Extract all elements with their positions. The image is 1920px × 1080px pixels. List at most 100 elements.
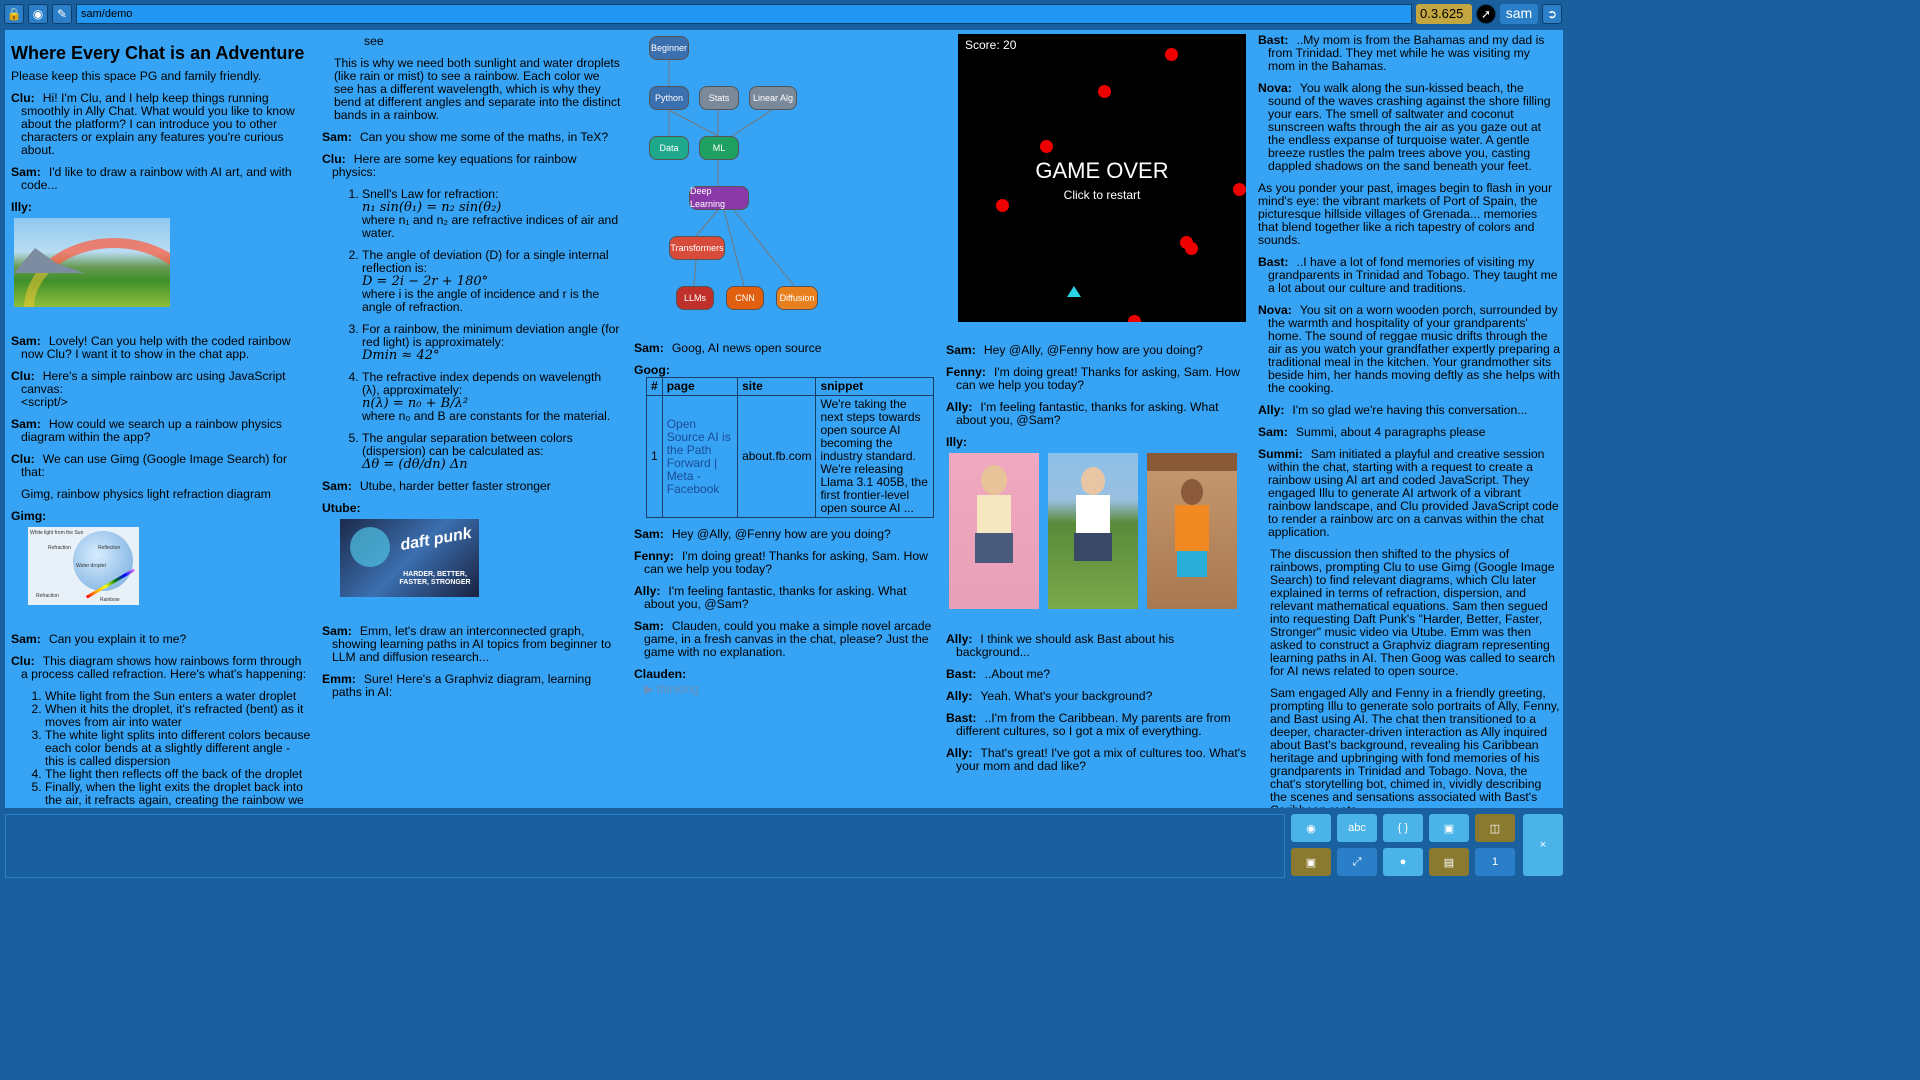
chat-message: Goog: [634, 363, 670, 377]
chat-message: Sam: Can you show me some of the maths, i… [322, 130, 609, 144]
page-number-button[interactable]: 1 [1475, 848, 1515, 876]
image-icon[interactable]: ▣ [1291, 848, 1331, 876]
chat-message: Ally: Yeah. What's your background? [946, 689, 1153, 703]
subtitle: Please keep this space PG and family fri… [11, 69, 262, 83]
equations-list: Snell's Law for refraction:n₁ sin(θ₁) = … [362, 188, 622, 472]
chat-message: Sam: I'd like to draw a rainbow with AI a… [11, 165, 292, 192]
table-header: snippet [815, 377, 934, 396]
chat-message: Clu: We can use Gimg (Google Image Search… [11, 452, 288, 479]
chat-message: Sam: Goog, AI news open source [634, 341, 822, 355]
version-badge: 0.3.625 [1416, 4, 1472, 24]
fullscreen-icon[interactable]: ⤢ [1337, 848, 1377, 876]
chat-paragraph: Sam engaged Ally and Fenny in a friendly… [1270, 686, 1560, 809]
palette-icon[interactable]: ◉ [1291, 814, 1331, 842]
chat-message: Sam: Hey @Ally, @Fenny how are you doing? [634, 527, 891, 541]
graph-node: ML [699, 136, 739, 160]
columns-icon[interactable]: ◫ [1475, 814, 1515, 842]
graph-node: Deep Learning [689, 186, 749, 210]
table-header: # [646, 377, 663, 396]
chat-message: Sam: Emm, let's draw an interconnected gr… [322, 624, 612, 664]
page-title: Where Every Chat is an Adventure [11, 43, 305, 63]
chat-message: Bast: ..I have a lot of fond memories of … [1258, 255, 1558, 295]
chat-message: Ally: I think we should ask Bast about hi… [946, 632, 1175, 659]
chat-column-1: Where Every Chat is an Adventure Please … [11, 30, 311, 808]
chat-message: Ally: I'm so glad we're having this conve… [1258, 403, 1528, 417]
game-over-title: GAME OVER [1035, 158, 1169, 183]
chat-message: Bast: ..About me? [946, 667, 1051, 681]
chat-message: Fenny: I'm doing great! Thanks for asking… [634, 549, 928, 576]
graph-node: CNN [726, 286, 764, 310]
chat-message: Ally: That's great! I've got a mix of cul… [946, 746, 1247, 773]
enemy-dot [1233, 183, 1246, 196]
user-button[interactable]: sam [1500, 4, 1538, 24]
book-icon[interactable]: ▤ [1429, 848, 1469, 876]
thinking-toggle[interactable]: ▶ thinking [644, 683, 939, 696]
graph-node: Beginner [649, 36, 689, 60]
chat-message: Sam: Clauden, could you make a simple nov… [634, 619, 932, 659]
message-input[interactable] [5, 814, 1285, 878]
steps-list: White light from the Sun enters a water … [35, 690, 311, 807]
rainbow-landscape-image[interactable] [14, 218, 170, 307]
chat-paragraph: The discussion then shifted to the physi… [1270, 547, 1556, 678]
chat-column-3: Beginner Python Stats Linear Alg Data ML… [634, 30, 939, 808]
result-link[interactable]: Open Source AI is the Path Forward | Met… [661, 395, 739, 518]
paragraph: This is why we need both sunlight and wa… [334, 56, 621, 122]
enemy-dot [1165, 48, 1178, 61]
portrait-fenny-image[interactable] [1048, 453, 1138, 609]
graph-node: Stats [699, 86, 739, 110]
chat-message: Illy: [946, 435, 967, 449]
pencil-icon[interactable]: ✎ [52, 4, 72, 24]
chat-message: Sam: Utube, harder better faster stronger [322, 479, 551, 493]
chat-bubble-icon[interactable]: ● [1383, 848, 1423, 876]
theater-icon[interactable]: ▣ [1429, 814, 1469, 842]
rainbow-physics-diagram[interactable]: White light from the Sun Refraction Refl… [28, 527, 139, 605]
chat-message: Fenny: I'm doing great! Thanks for asking… [946, 365, 1240, 392]
camera-icon[interactable]: ◉ [28, 4, 48, 24]
enemy-dot [1040, 140, 1053, 153]
chat-message: Sam: Can you explain it to me? [11, 632, 187, 646]
portrait-gallery [949, 453, 1251, 609]
player-ship-icon [1067, 286, 1081, 297]
game-canvas[interactable]: Score: 20 GAME OVER Click to restart [958, 34, 1246, 322]
spellcheck-button[interactable]: abc [1337, 814, 1377, 842]
code-button[interactable]: { } [1383, 814, 1423, 842]
score-label: Score: 20 [965, 38, 1017, 52]
chat-column-4: Score: 20 GAME OVER Click to restart Sam… [946, 30, 1251, 808]
chat-area: Where Every Chat is an Adventure Please … [5, 30, 1563, 808]
chat-message: Sam: How could we search up a rainbow phy… [11, 417, 282, 444]
compass-icon[interactable]: ➚ [1476, 4, 1496, 24]
table-header: page [661, 377, 739, 396]
chat-message: Utube: [322, 501, 361, 515]
video-thumbnail[interactable]: daft punk HARDER, BETTER, FASTER, STRONG… [340, 519, 479, 597]
chat-message: Bast: ..My mom is from the Bahamas and my… [1258, 33, 1545, 73]
enemy-dot [1185, 242, 1198, 255]
chat-message: Gimg: [11, 509, 47, 523]
chat-message: Sam: Lovely! Can you help with the coded … [11, 334, 291, 361]
portrait-ally-image[interactable] [949, 453, 1039, 609]
path-input[interactable]: sam/demo [76, 4, 1412, 24]
chat-message: Sam: Summi, about 4 paragraphs please [1258, 425, 1486, 439]
graph-node: Diffusion [776, 286, 818, 310]
chat-message: Clauden: [634, 667, 687, 681]
chat-message: Ally: I'm feeling fantastic, thanks for a… [946, 400, 1219, 427]
chat-message: Clu: Here's a simple rainbow arc using Ja… [11, 369, 286, 409]
search-results-table: # page site snippet 1 Open Source AI is … [646, 377, 934, 518]
top-bar: 🔒 ◉ ✎ sam/demo 0.3.625 ➚ sam ➲ [0, 0, 1568, 28]
logout-icon[interactable]: ➲ [1542, 4, 1562, 24]
learning-path-graph: Beginner Python Stats Linear Alg Data ML… [634, 30, 939, 342]
chat-message: Sam: Hey @Ally, @Fenny how are you doing? [946, 343, 1203, 357]
enemy-dot [1128, 315, 1141, 322]
graph-node: LLMs [676, 286, 714, 310]
chat-message: Nova: You sit on a worn wooden porch, sur… [1258, 303, 1560, 395]
chat-column-2: see This is why we need both sunlight an… [322, 30, 622, 808]
close-icon[interactable]: × [1523, 814, 1563, 876]
chat-message: Illy: [11, 200, 32, 214]
chat-message: Bast: ..I'm from the Caribbean. My parent… [946, 711, 1231, 738]
portrait-bast-image[interactable] [1147, 453, 1237, 609]
chat-message: Clu: Here are some key equations for rain… [322, 152, 577, 179]
chat-message: Ally: I'm feeling fantastic, thanks for a… [634, 584, 907, 611]
graph-node: Linear Alg [749, 86, 797, 110]
table-row: 1 Open Source AI is the Path Forward | M… [646, 395, 934, 518]
chat-message: Nova: You walk along the sun-kissed beach… [1258, 81, 1551, 173]
lock-icon[interactable]: 🔒 [4, 4, 24, 24]
